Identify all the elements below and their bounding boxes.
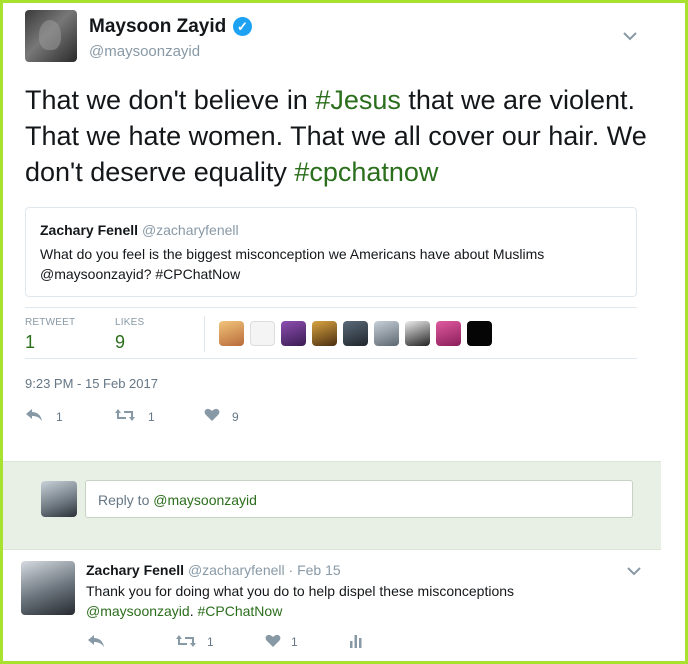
author-name[interactable]: Maysoon Zayid [89, 16, 226, 38]
verified-badge-icon: ✓ [233, 17, 252, 36]
tweet-text: That we don't believe in #Jesus that we … [25, 85, 647, 187]
liker-avatar[interactable] [467, 321, 492, 346]
quoted-tweet[interactable]: Zachary Fenell @zacharyfenell What do yo… [25, 207, 637, 297]
hashtag-link[interactable]: #cpchatnow [294, 157, 438, 187]
divider [204, 316, 205, 352]
liker-avatar[interactable] [374, 321, 399, 346]
tweet-timestamp[interactable]: 9:23 PM - 15 Feb 2017 [25, 376, 158, 391]
reply-author-avatar[interactable] [21, 561, 75, 615]
tweet-card: Maysoon Zayid ✓ @maysoonzayid That we do… [0, 0, 688, 664]
reply-icon[interactable] [87, 633, 105, 653]
like-count: 9 [232, 410, 239, 424]
retweets-count[interactable]: 1 [25, 332, 35, 353]
quoted-author: Zachary Fenell @zacharyfenell [40, 222, 239, 238]
hashtag-link[interactable]: #CPChatNow [197, 603, 282, 619]
analytics-icon[interactable] [349, 633, 363, 653]
reply-author[interactable]: Zachary Fenell @zacharyfenell · Feb 15 [86, 562, 341, 578]
liker-avatar[interactable] [312, 321, 337, 346]
liker-avatar[interactable] [250, 321, 275, 346]
liker-avatar[interactable] [343, 321, 368, 346]
likes-label: LIKES [115, 317, 145, 328]
reply-icon[interactable] [25, 407, 43, 427]
liker-avatar[interactable] [436, 321, 461, 346]
user-avatar [41, 481, 77, 517]
liker-avatar[interactable] [281, 321, 306, 346]
author-handle[interactable]: @maysoonzayid [89, 43, 200, 60]
retweet-icon[interactable] [175, 633, 197, 653]
retweet-count: 1 [148, 410, 155, 424]
chevron-down-icon[interactable] [627, 563, 641, 581]
reply-input[interactable]: Reply to @maysoonzayid [85, 480, 633, 518]
tweet-stats: RETWEET 1 LIKES 9 [25, 307, 637, 359]
retweets-label: RETWEET [25, 317, 76, 328]
heart-icon[interactable] [265, 633, 281, 653]
reply-text: Thank you for doing what you do to help … [86, 583, 515, 619]
mention-link[interactable]: @maysoonzayid [86, 603, 190, 619]
author-avatar[interactable] [25, 10, 77, 62]
liker-avatar[interactable] [219, 321, 244, 346]
quoted-text: What do you feel is the biggest misconce… [40, 246, 545, 282]
liker-avatar[interactable] [405, 321, 430, 346]
retweet-count: 1 [207, 635, 214, 649]
like-count: 1 [291, 635, 298, 649]
likes-count[interactable]: 9 [115, 332, 125, 353]
hashtag-link[interactable]: #Jesus [315, 85, 401, 115]
reply-composer: Reply to @maysoonzayid [3, 461, 661, 550]
heart-icon[interactable] [204, 407, 220, 427]
reply-count: 1 [56, 410, 63, 424]
retweet-icon[interactable] [114, 407, 136, 427]
chevron-down-icon[interactable] [623, 28, 637, 46]
